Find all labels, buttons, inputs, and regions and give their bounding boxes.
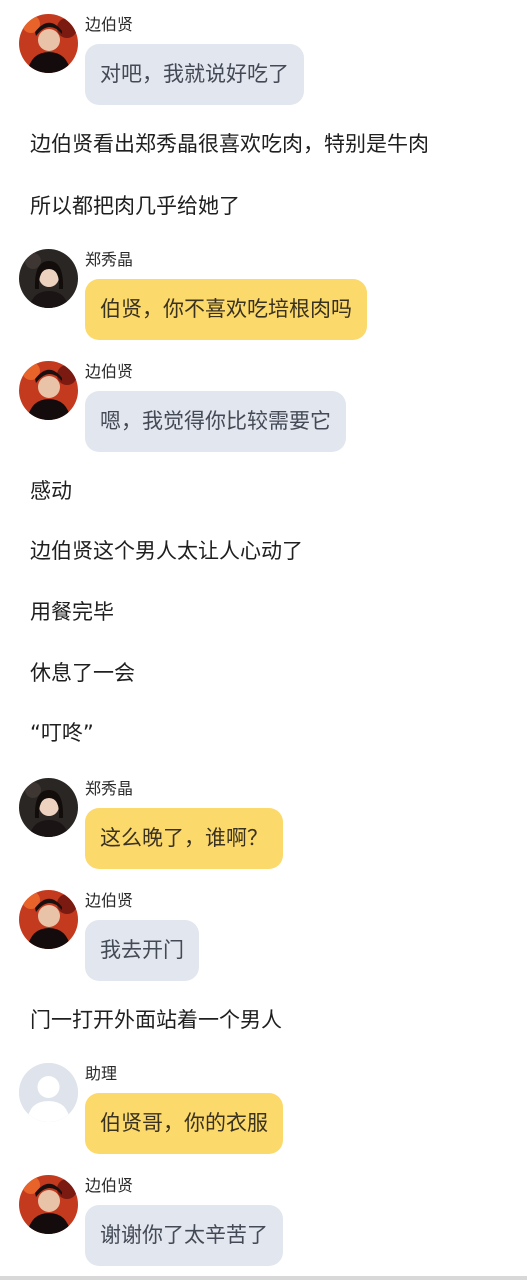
narration-text: 边伯贤这个男人太让人心动了 — [30, 539, 303, 563]
avatar-assistant[interactable] — [19, 1063, 78, 1122]
avatar-byun[interactable] — [19, 1175, 78, 1234]
sender-name: 边伯贤 — [85, 1176, 134, 1195]
chat-bubble: 我去开门 — [85, 920, 199, 981]
narration-text: 所以都把肉几乎给她了 — [30, 194, 240, 218]
avatar-jung[interactable] — [19, 249, 78, 308]
sender-name: 助理 — [85, 1064, 118, 1083]
chat-bubble: 伯贤哥，你的衣服 — [85, 1093, 283, 1154]
narration-text: “叮咚” — [30, 721, 94, 745]
bottom-divider — [0, 1276, 527, 1280]
avatar-byun[interactable] — [19, 361, 78, 420]
chat-bubble: 伯贤，你不喜欢吃培根肉吗 — [85, 279, 367, 340]
chat-bubble: 嗯，我觉得你比较需要它 — [85, 391, 346, 452]
sender-name: 郑秀晶 — [85, 779, 134, 798]
sender-name: 郑秀晶 — [85, 250, 134, 269]
avatar-byun[interactable] — [19, 890, 78, 949]
narration-text: 门一打开外面站着一个男人 — [30, 1008, 282, 1032]
narration-text: 感动 — [30, 479, 72, 503]
narration-text: 边伯贤看出郑秀晶很喜欢吃肉，特别是牛肉 — [30, 132, 429, 156]
narration-text: 休息了一会 — [30, 661, 135, 685]
sender-name: 边伯贤 — [85, 15, 134, 34]
sender-name: 边伯贤 — [85, 362, 134, 381]
narration-text: 用餐完毕 — [30, 600, 114, 624]
sender-name: 边伯贤 — [85, 891, 134, 910]
avatar-byun[interactable] — [19, 14, 78, 73]
default-user-icon — [19, 1063, 78, 1122]
chat-bubble: 谢谢你了太辛苦了 — [85, 1205, 283, 1266]
avatar-jung[interactable] — [19, 778, 78, 837]
chat-bubble: 对吧，我就说好吃了 — [85, 44, 304, 105]
chat-bubble: 这么晚了，谁啊？ — [85, 808, 283, 869]
